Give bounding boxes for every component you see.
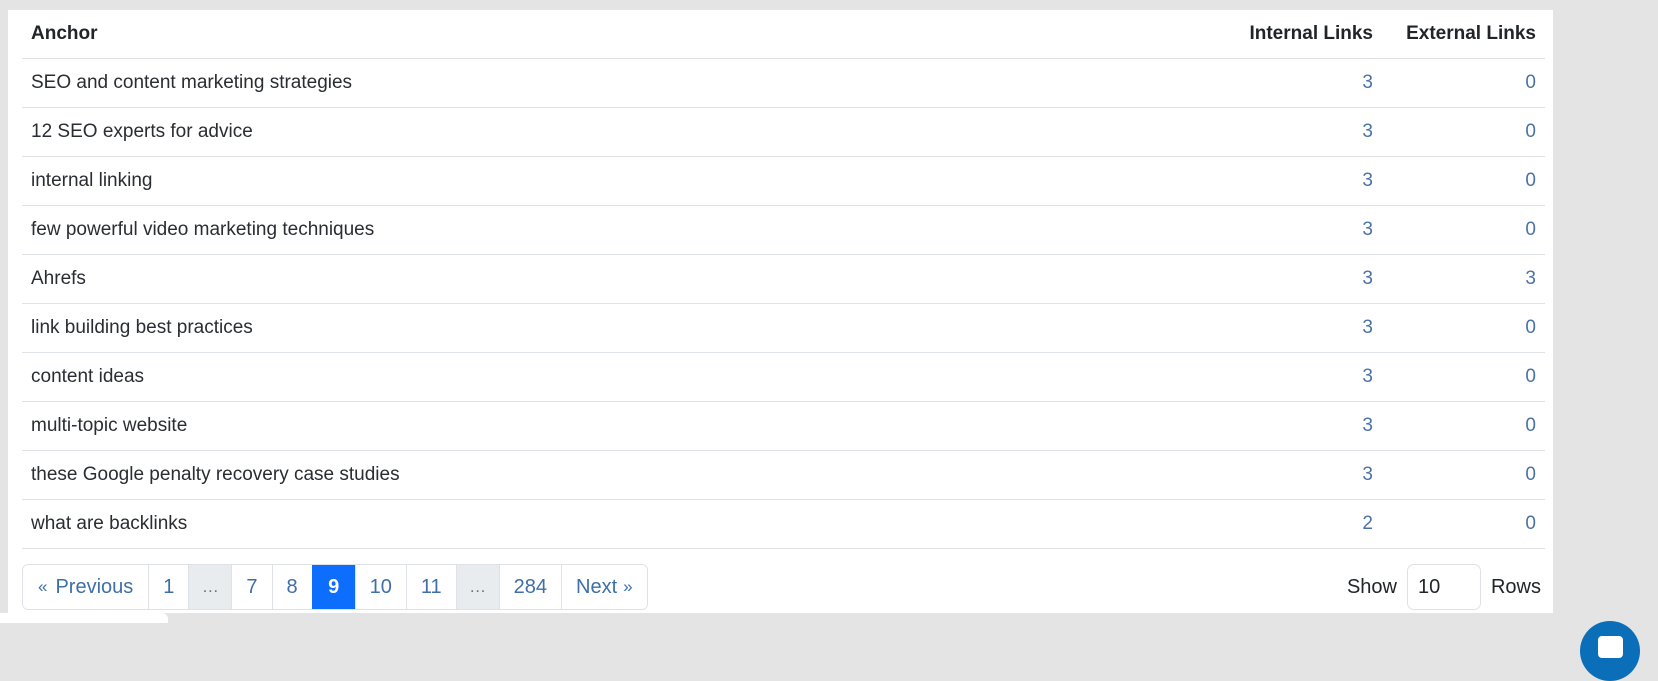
internal-links-cell: 3 (1219, 205, 1382, 255)
anchor-cell: internal linking (22, 156, 1219, 206)
page-1-button[interactable]: 1 (148, 565, 189, 609)
rows-per-page-input[interactable] (1406, 564, 1481, 610)
external-links-link[interactable]: 0 (1525, 366, 1536, 387)
internal-links-cell: 2 (1219, 499, 1382, 549)
page-284-button[interactable]: 284 (498, 565, 562, 609)
external-links-cell: 0 (1382, 352, 1545, 402)
external-links-cell: 0 (1382, 58, 1545, 108)
external-links-link[interactable]: 3 (1525, 268, 1536, 289)
internal-links-link[interactable]: 3 (1362, 72, 1373, 93)
rows-per-page-control: Show Rows (1347, 564, 1541, 610)
table-row: what are backlinks 2 0 (22, 499, 1545, 549)
internal-links-link[interactable]: 3 (1362, 268, 1373, 289)
chat-widget-button[interactable] (1580, 621, 1640, 681)
internal-links-cell: 3 (1219, 303, 1382, 353)
previous-label: Previous (55, 575, 134, 598)
chevron-left-icon: « (38, 577, 48, 596)
external-links-cell: 3 (1382, 254, 1545, 304)
anchor-cell: 12 SEO experts for advice (22, 107, 1219, 157)
external-links-link[interactable]: 0 (1525, 317, 1536, 338)
external-links-link[interactable]: 0 (1525, 121, 1536, 142)
internal-links-cell: 3 (1219, 58, 1382, 108)
rows-label: Rows (1490, 575, 1541, 598)
anchors-panel: Anchor Internal Links External Links SEO… (8, 10, 1553, 613)
next-label: Next (576, 575, 618, 598)
table-row: 12 SEO experts for advice 3 0 (22, 107, 1545, 157)
anchor-cell: Ahrefs (22, 254, 1219, 304)
page-ellipsis: … (455, 565, 499, 609)
external-links-cell: 0 (1382, 107, 1545, 157)
external-links-link[interactable]: 0 (1525, 415, 1536, 436)
background-strip (0, 613, 168, 623)
internal-links-link[interactable]: 3 (1362, 121, 1373, 142)
column-header-internal-links[interactable]: Internal Links (1219, 10, 1382, 59)
table-header-row: Anchor Internal Links External Links (22, 10, 1545, 59)
internal-links-link[interactable]: 3 (1362, 317, 1373, 338)
page-7-button[interactable]: 7 (231, 565, 272, 609)
page-8-button[interactable]: 8 (271, 565, 312, 609)
external-links-cell: 0 (1382, 303, 1545, 353)
page-10-button[interactable]: 10 (354, 565, 406, 609)
table-row: content ideas 3 0 (22, 352, 1545, 402)
previous-page-button[interactable]: « Previous (23, 565, 149, 609)
table-row: Ahrefs 3 3 (22, 254, 1545, 304)
internal-links-link[interactable]: 3 (1362, 219, 1373, 240)
anchor-cell: link building best practices (22, 303, 1219, 353)
external-links-cell: 0 (1382, 205, 1545, 255)
page-9-button-current[interactable]: 9 (311, 565, 355, 609)
internal-links-cell: 3 (1219, 450, 1382, 500)
external-links-link[interactable]: 0 (1525, 170, 1536, 191)
next-page-button[interactable]: Next » (561, 565, 647, 609)
internal-links-cell: 3 (1219, 254, 1382, 304)
anchor-cell: these Google penalty recovery case studi… (22, 450, 1219, 500)
table-row: few powerful video marketing techniques 3… (22, 205, 1545, 255)
anchor-cell: content ideas (22, 352, 1219, 402)
external-links-link[interactable]: 0 (1525, 464, 1536, 485)
show-label: Show (1346, 575, 1397, 598)
internal-links-link[interactable]: 3 (1362, 366, 1373, 387)
anchor-cell: few powerful video marketing techniques (22, 205, 1219, 255)
internal-links-link[interactable]: 3 (1362, 464, 1373, 485)
external-links-cell: 0 (1382, 450, 1545, 500)
external-links-link[interactable]: 0 (1525, 219, 1536, 240)
column-header-anchor[interactable]: Anchor (22, 10, 1219, 59)
table-row: these Google penalty recovery case studi… (22, 450, 1545, 500)
internal-links-link[interactable]: 2 (1362, 513, 1373, 534)
page-11-button[interactable]: 11 (405, 565, 456, 609)
external-links-link[interactable]: 0 (1525, 72, 1536, 93)
table-row: link building best practices 3 0 (22, 303, 1545, 353)
pagination: « Previous 1 … 7 8 9 10 11 … 284 Next » (22, 564, 648, 610)
anchor-cell: multi-topic website (22, 401, 1219, 451)
chat-icon (1598, 636, 1623, 658)
internal-links-link[interactable]: 3 (1362, 415, 1373, 436)
external-links-cell: 0 (1382, 499, 1545, 549)
table-row: SEO and content marketing strategies 3 0 (22, 58, 1545, 108)
internal-links-cell: 3 (1219, 401, 1382, 451)
anchor-cell: SEO and content marketing strategies (22, 58, 1219, 108)
table-row: multi-topic website 3 0 (22, 401, 1545, 451)
external-links-cell: 0 (1382, 401, 1545, 451)
column-header-external-links[interactable]: External Links (1382, 10, 1545, 59)
table-row: internal linking 3 0 (22, 156, 1545, 206)
internal-links-cell: 3 (1219, 352, 1382, 402)
external-links-cell: 0 (1382, 156, 1545, 206)
page-ellipsis: … (188, 565, 232, 609)
internal-links-link[interactable]: 3 (1362, 170, 1373, 191)
internal-links-cell: 3 (1219, 107, 1382, 157)
internal-links-cell: 3 (1219, 156, 1382, 206)
anchors-table: Anchor Internal Links External Links SEO… (22, 10, 1545, 549)
anchor-cell: what are backlinks (22, 499, 1219, 549)
chevron-right-icon: » (623, 577, 633, 596)
external-links-link[interactable]: 0 (1525, 513, 1536, 534)
